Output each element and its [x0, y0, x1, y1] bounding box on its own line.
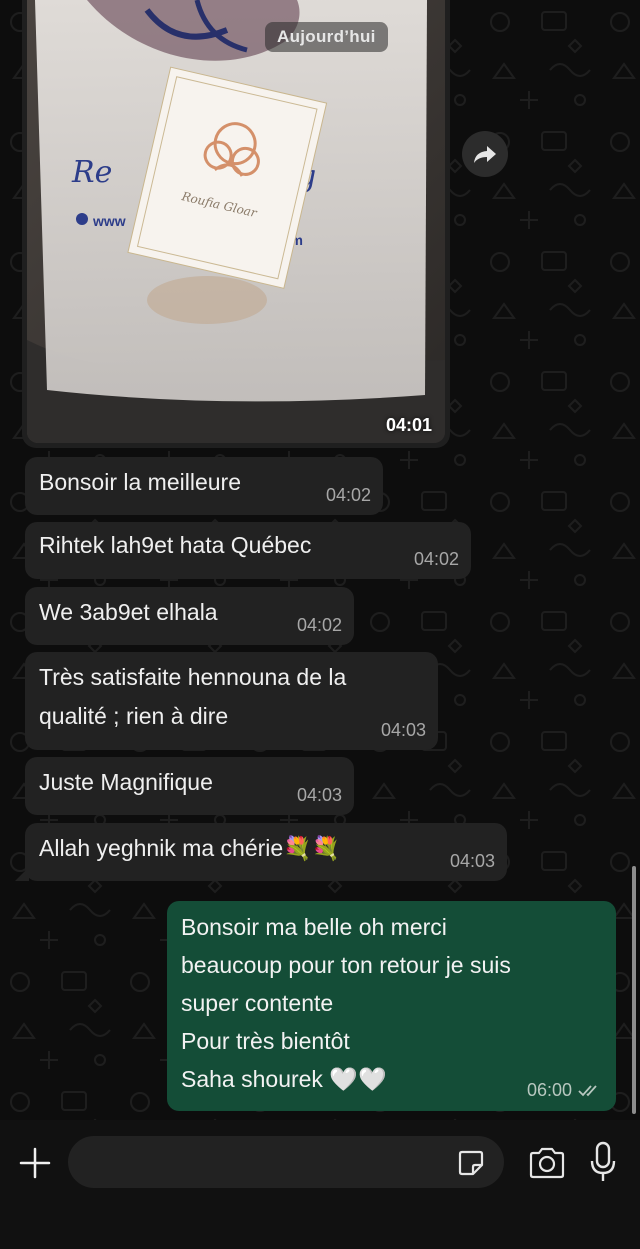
- image-message[interactable]: Re g www om Roufia Gloar Aujourd’hui 04:…: [22, 0, 450, 448]
- camera-icon[interactable]: [527, 1144, 567, 1182]
- incoming-message[interactable]: Très satisfaite hennouna de la qualité ;…: [25, 652, 438, 750]
- incoming-message[interactable]: Allah yeghnik ma chérie💐💐 04:03: [15, 823, 507, 881]
- message-time: 04:02: [325, 485, 371, 505]
- incoming-message[interactable]: Rihtek lah9et hata Québec 04:02: [25, 522, 471, 579]
- message-time: 04:03: [449, 851, 495, 871]
- message-text: Rihtek lah9et hata Québec: [39, 532, 312, 558]
- plus-icon[interactable]: [16, 1144, 54, 1182]
- message-photo[interactable]: Re g www om Roufia Gloar: [27, 0, 445, 443]
- sticker-icon[interactable]: [456, 1148, 486, 1178]
- message-text: We 3ab9et elhala: [39, 599, 218, 625]
- incoming-message[interactable]: We 3ab9et elhala 04:02: [25, 587, 354, 645]
- forward-icon: [474, 146, 496, 163]
- message-time: 04:02: [413, 549, 459, 569]
- message-time: 04:01: [385, 415, 432, 435]
- outgoing-message[interactable]: Bonsoir ma belle oh merci beaucoup pour …: [167, 901, 616, 1111]
- message-input[interactable]: [68, 1136, 504, 1188]
- date-chip: Aujourd’hui: [265, 22, 388, 52]
- message-text: Juste Magnifique: [39, 769, 213, 795]
- scrollbar[interactable]: [632, 866, 636, 1114]
- read-receipt-icon: [578, 1085, 597, 1097]
- message-text: Bonsoir ma belle oh merci beaucoup pour …: [181, 914, 511, 1092]
- microphone-icon[interactable]: [588, 1140, 618, 1184]
- message-text: Allah yeghnik ma chérie💐💐: [39, 835, 341, 861]
- incoming-message[interactable]: Juste Magnifique 04:03: [25, 757, 354, 815]
- message-text: Bonsoir la meilleure: [39, 469, 241, 495]
- message-composer: [0, 1120, 640, 1249]
- message-text: Très satisfaite hennouna de la qualité ;…: [39, 664, 347, 729]
- message-time: 04:03: [380, 720, 426, 740]
- bag-text-www: www: [92, 213, 126, 229]
- message-time: 04:03: [296, 785, 342, 805]
- message-time: 06:00: [526, 1080, 572, 1100]
- message-time: 04:02: [296, 615, 342, 635]
- forward-button[interactable]: [462, 131, 508, 177]
- svg-text:Re: Re: [71, 155, 112, 190]
- incoming-message[interactable]: Bonsoir la meilleure 04:02: [25, 457, 383, 515]
